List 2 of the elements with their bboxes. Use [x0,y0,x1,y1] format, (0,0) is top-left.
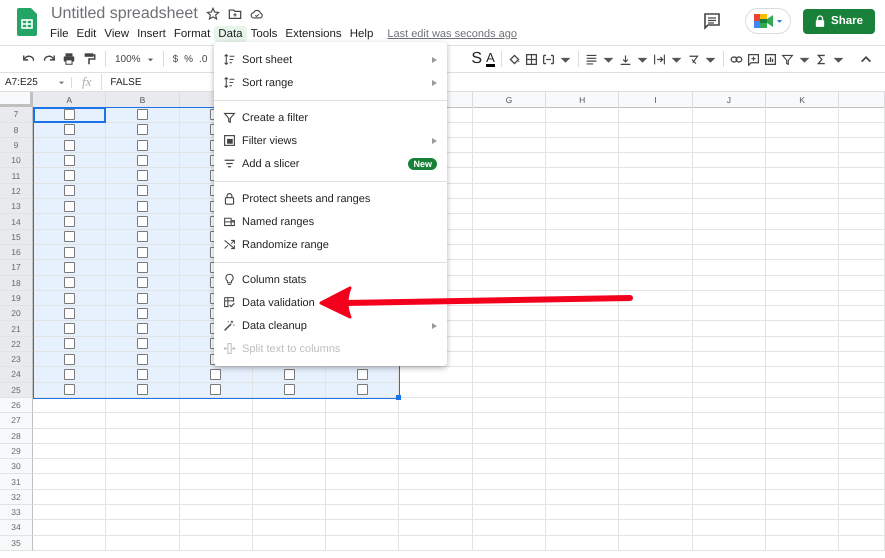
name-box-value: A7:E25 [5,76,38,88]
new-badge: New [408,158,437,170]
